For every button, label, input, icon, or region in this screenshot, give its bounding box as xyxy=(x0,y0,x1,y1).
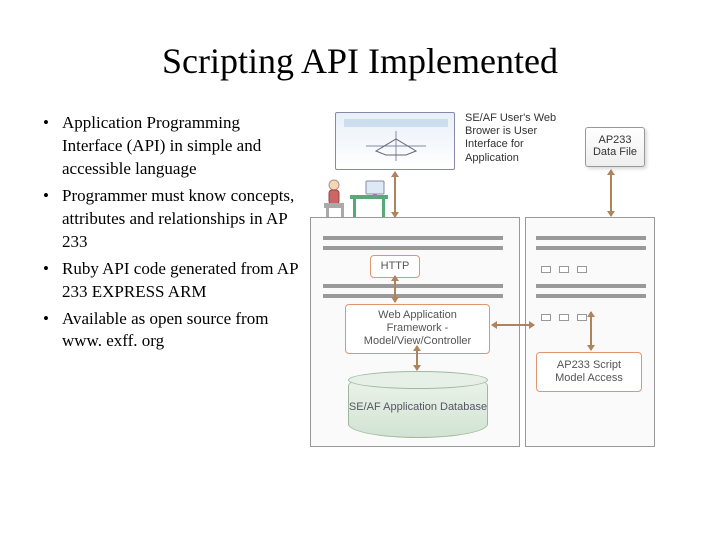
arrow-icon xyxy=(394,172,396,217)
browser-window-icon xyxy=(335,112,455,170)
arrow-icon xyxy=(610,170,612,216)
arrow-icon xyxy=(590,312,592,350)
arrow-icon xyxy=(492,324,534,326)
user-at-computer-icon xyxy=(320,177,390,219)
database-icon: SE/AF Application Database xyxy=(348,372,488,438)
architecture-diagram: SE/AF User's Web Brower is User Interfac… xyxy=(310,112,680,452)
arrow-icon xyxy=(394,276,396,302)
arrow-icon xyxy=(416,346,418,370)
bullet-item: Ruby API code generated from AP 233 EXPR… xyxy=(40,258,300,304)
bullet-list: Application Programming Interface (API) … xyxy=(40,112,300,452)
slide-title: Scripting API Implemented xyxy=(40,40,680,82)
database-label: SE/AF Application Database xyxy=(348,372,488,438)
user-description: SE/AF User's Web Brower is User Interfac… xyxy=(465,112,575,165)
bullet-item: Available as open source from www. exff.… xyxy=(40,308,300,354)
script-model-access-box: AP233 Script Model Access xyxy=(536,352,642,392)
bullet-item: Programmer must know concepts, attribute… xyxy=(40,185,300,254)
bullet-item: Application Programming Interface (API) … xyxy=(40,112,300,181)
data-file-icon: AP233 Data File xyxy=(585,127,645,167)
slide-content: Application Programming Interface (API) … xyxy=(40,112,680,452)
